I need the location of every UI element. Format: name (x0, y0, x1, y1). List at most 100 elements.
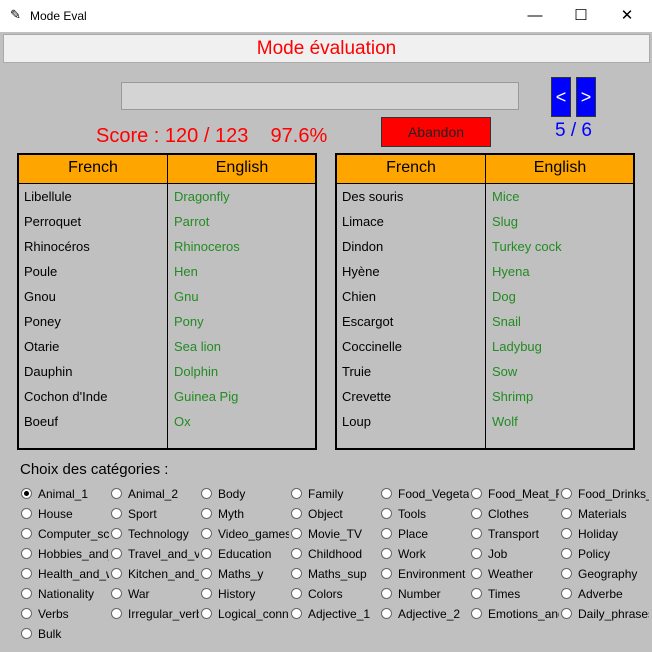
radio-icon[interactable] (21, 568, 32, 579)
category-radio[interactable]: Technology (111, 527, 199, 543)
category-radio[interactable]: Bulk (21, 627, 109, 643)
radio-icon[interactable] (471, 588, 482, 599)
radio-icon[interactable] (21, 608, 32, 619)
prev-button[interactable]: < (551, 77, 571, 117)
category-radio[interactable]: Weather (471, 567, 559, 583)
radio-icon[interactable] (21, 628, 32, 639)
radio-icon[interactable] (21, 508, 32, 519)
radio-icon[interactable] (111, 588, 122, 599)
radio-icon[interactable] (381, 528, 392, 539)
radio-icon[interactable] (201, 568, 212, 579)
radio-icon[interactable] (471, 608, 482, 619)
radio-icon[interactable] (21, 488, 32, 499)
radio-icon[interactable] (381, 588, 392, 599)
category-radio[interactable]: Food_Vegetables (381, 487, 469, 503)
category-radio[interactable]: Colors (291, 587, 379, 603)
category-radio[interactable]: Materials (561, 507, 649, 523)
category-radio[interactable]: Holiday (561, 527, 649, 543)
category-radio[interactable]: Video_games (201, 527, 289, 543)
category-radio[interactable]: Verbs (21, 607, 109, 623)
category-radio[interactable]: Geography (561, 567, 649, 583)
category-radio[interactable]: Logical_connectors (201, 607, 289, 623)
radio-icon[interactable] (201, 528, 212, 539)
category-radio[interactable]: Policy (561, 547, 649, 563)
radio-icon[interactable] (381, 508, 392, 519)
category-radio[interactable]: Clothes (471, 507, 559, 523)
radio-icon[interactable] (291, 568, 302, 579)
radio-icon[interactable] (381, 548, 392, 559)
radio-icon[interactable] (291, 508, 302, 519)
radio-icon[interactable] (201, 588, 212, 599)
radio-icon[interactable] (471, 568, 482, 579)
abandon-button[interactable]: Abandon (381, 117, 491, 147)
radio-icon[interactable] (471, 528, 482, 539)
category-radio[interactable]: Education (201, 547, 289, 563)
close-button[interactable]: ✕ (604, 4, 650, 28)
radio-icon[interactable] (111, 508, 122, 519)
category-radio[interactable]: Maths_y (201, 567, 289, 583)
category-radio[interactable]: Animal_2 (111, 487, 199, 503)
radio-icon[interactable] (471, 488, 482, 499)
category-radio[interactable]: Times (471, 587, 559, 603)
radio-icon[interactable] (471, 508, 482, 519)
radio-icon[interactable] (561, 548, 572, 559)
category-radio[interactable]: Food_Meat_Fish (471, 487, 559, 503)
category-radio[interactable]: Hobbies_and_leisure (21, 547, 109, 563)
category-radio[interactable]: Adjective_2 (381, 607, 469, 623)
category-radio[interactable]: Tools (381, 507, 469, 523)
category-radio[interactable]: Computer_science (21, 527, 109, 543)
category-radio[interactable]: House (21, 507, 109, 523)
radio-icon[interactable] (561, 488, 572, 499)
radio-icon[interactable] (201, 508, 212, 519)
category-radio[interactable]: Myth (201, 507, 289, 523)
radio-icon[interactable] (201, 488, 212, 499)
radio-icon[interactable] (201, 608, 212, 619)
category-radio[interactable]: Travel_and_vacation (111, 547, 199, 563)
category-radio[interactable]: Childhood (291, 547, 379, 563)
radio-icon[interactable] (291, 588, 302, 599)
category-radio[interactable]: Kitchen_and_cooking (111, 567, 199, 583)
category-radio[interactable]: Adjective_1 (291, 607, 379, 623)
category-radio[interactable]: Food_Drinks_Other (561, 487, 649, 503)
category-radio[interactable]: Work (381, 547, 469, 563)
maximize-button[interactable]: ☐ (558, 4, 604, 28)
next-button[interactable]: > (576, 77, 596, 117)
answer-input[interactable] (121, 82, 519, 110)
category-radio[interactable]: Body (201, 487, 289, 503)
category-radio[interactable]: Job (471, 547, 559, 563)
radio-icon[interactable] (561, 568, 572, 579)
radio-icon[interactable] (201, 548, 212, 559)
radio-icon[interactable] (561, 588, 572, 599)
category-radio[interactable]: Place (381, 527, 469, 543)
category-radio[interactable]: History (201, 587, 289, 603)
minimize-button[interactable]: — (512, 4, 558, 28)
radio-icon[interactable] (381, 608, 392, 619)
radio-icon[interactable] (21, 548, 32, 559)
radio-icon[interactable] (471, 548, 482, 559)
radio-icon[interactable] (291, 488, 302, 499)
radio-icon[interactable] (21, 528, 32, 539)
radio-icon[interactable] (381, 568, 392, 579)
category-radio[interactable]: Family (291, 487, 379, 503)
category-radio[interactable]: Adverbe (561, 587, 649, 603)
radio-icon[interactable] (111, 568, 122, 579)
category-radio[interactable]: Health_and_wellness (21, 567, 109, 583)
radio-icon[interactable] (111, 608, 122, 619)
radio-icon[interactable] (381, 488, 392, 499)
category-radio[interactable]: War (111, 587, 199, 603)
radio-icon[interactable] (561, 608, 572, 619)
category-radio[interactable]: Maths_sup (291, 567, 379, 583)
category-radio[interactable]: Nationality (21, 587, 109, 603)
category-radio[interactable]: Object (291, 507, 379, 523)
category-radio[interactable]: Movie_TV (291, 527, 379, 543)
radio-icon[interactable] (561, 528, 572, 539)
radio-icon[interactable] (291, 548, 302, 559)
category-radio[interactable]: Number (381, 587, 469, 603)
radio-icon[interactable] (111, 548, 122, 559)
radio-icon[interactable] (21, 588, 32, 599)
radio-icon[interactable] (291, 528, 302, 539)
radio-icon[interactable] (111, 528, 122, 539)
category-radio[interactable]: Irregular_verbs (111, 607, 199, 623)
radio-icon[interactable] (111, 488, 122, 499)
category-radio[interactable]: Animal_1 (21, 487, 109, 503)
